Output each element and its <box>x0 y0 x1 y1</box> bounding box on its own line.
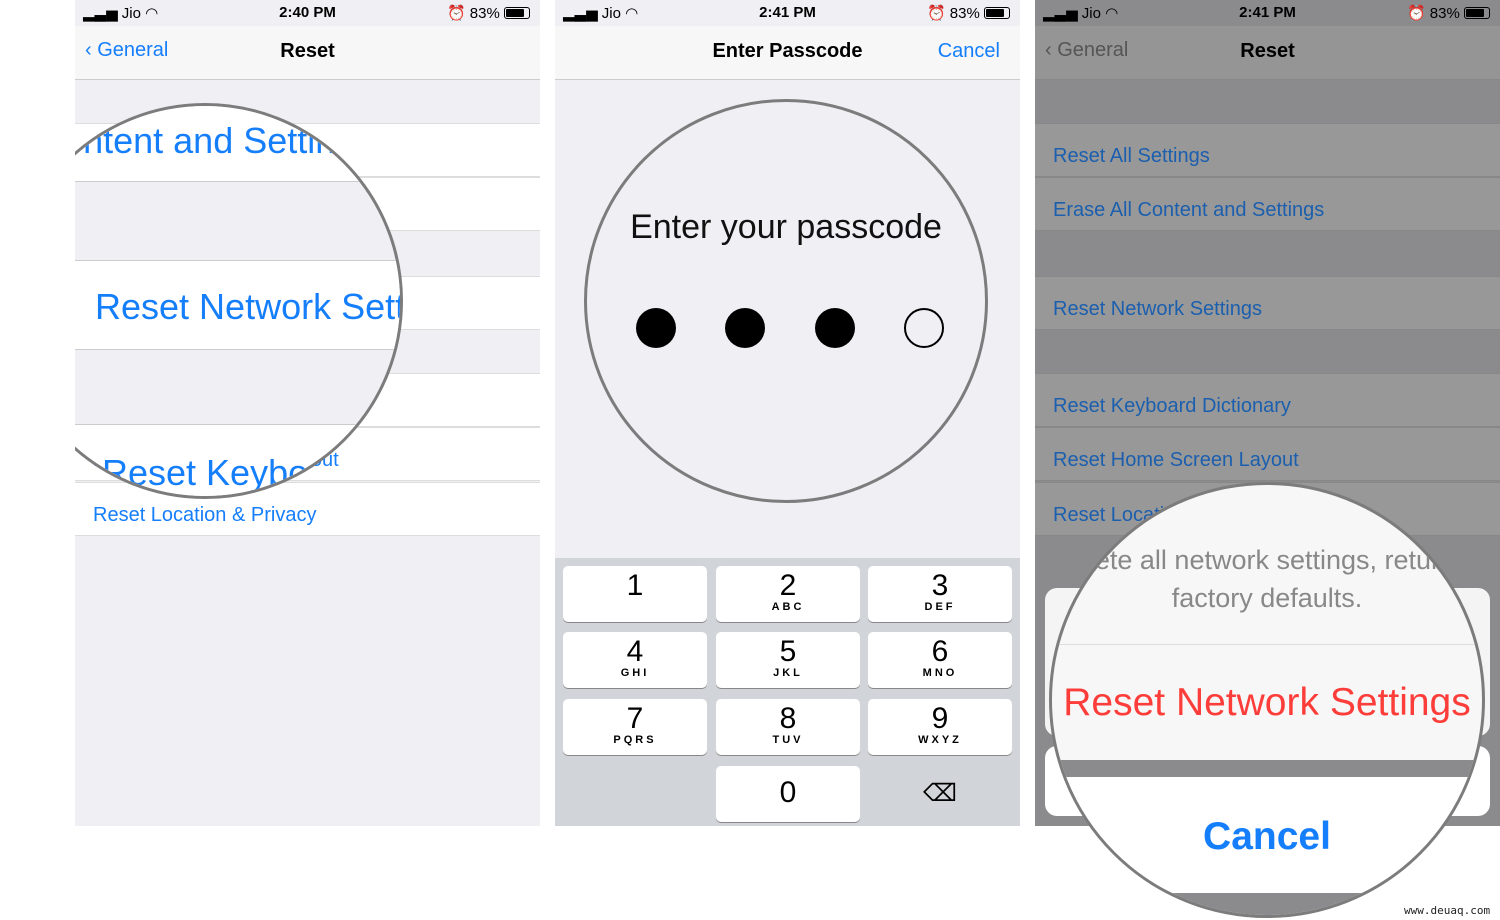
key-9[interactable]: 9 WXYZ <box>868 699 1012 755</box>
key-digit: 8 <box>779 702 797 735</box>
passcode-dot <box>904 308 944 348</box>
row-network[interactable]: Reset Network Settings <box>1035 276 1500 330</box>
reset-network-button[interactable]: Reset Network Settings <box>1052 681 1482 725</box>
key-1[interactable]: 1 <box>563 566 707 622</box>
key-letters: WXYZ <box>918 734 962 746</box>
delete-icon[interactable]: ⌫ <box>868 766 1012 822</box>
magnifier: Enter your passcode <box>584 99 988 503</box>
row-reset-all[interactable]: Reset All Settings <box>1035 123 1500 177</box>
cancel-button[interactable]: Cancel <box>938 40 1000 63</box>
key-2[interactable]: 2 ABC <box>716 566 860 622</box>
status-bar: ▂▃▅ Jio ◠ 2:40 PM ⏰ 83% <box>75 0 540 26</box>
key-digit: 0 <box>779 776 797 809</box>
key-letters: GHI <box>620 667 650 679</box>
battery-icon <box>504 7 530 19</box>
key-digit: 3 <box>931 569 949 602</box>
phone-passcode-screen: ▂▃▅ Jio ◠ 2:41 PM ⏰ 83% Enter Passcode C… <box>555 0 1020 826</box>
key-letters: ABC <box>771 601 805 613</box>
key-5[interactable]: 5 JKL <box>716 632 860 688</box>
key-digit: 6 <box>931 635 949 668</box>
passcode-dot <box>815 308 855 348</box>
key-letters: MNO <box>922 667 958 679</box>
page-title: Reset <box>1240 40 1295 62</box>
magnified-keyboard-label: Reset Keyboard Dictionary <box>102 452 403 493</box>
nav-bar: ‹ General Reset <box>1035 26 1500 80</box>
passcode-prompt: Enter your passcode <box>630 208 942 246</box>
row-keyboard[interactable]: Reset Keyboard Dictionary <box>1035 373 1500 427</box>
battery-percent: 83% <box>469 5 500 22</box>
magnified-erase-label: Erase All Content and Settings <box>75 120 374 161</box>
phone-reset-screen: ▂▃▅ Jio ◠ 2:40 PM ⏰ 83% ‹ General Reset … <box>75 0 540 826</box>
status-bar: ▂▃▅ Jio ◠ 2:41 PM ⏰ 83% <box>1035 0 1500 26</box>
key-4[interactable]: 4 GHI <box>563 632 707 688</box>
key-8[interactable]: 8 TUV <box>716 699 860 755</box>
magnifier: Erase All Content and Settings Reset Net… <box>75 103 403 499</box>
passcode-dot <box>725 308 765 348</box>
battery-icon <box>984 7 1010 19</box>
key-digit: 2 <box>779 569 797 602</box>
battery-icon <box>1464 7 1490 19</box>
battery-percent: 83% <box>1429 5 1460 22</box>
keypad: 1 2 ABC 3 DEF 4 GHI 5 JKL 6 MNO 7 PQRS 8 TUV 9 WXYZ 0 ⌫ <box>555 558 1020 826</box>
key-digit: 5 <box>779 635 797 668</box>
key-digit: 7 <box>626 702 644 735</box>
magnifier: This will delete all network settings, r… <box>1049 482 1485 918</box>
battery-percent: 83% <box>949 5 980 22</box>
key-letters: DEF <box>924 601 956 613</box>
key-3[interactable]: 3 DEF <box>868 566 1012 622</box>
row-erase[interactable]: Erase All Content and Settings <box>1035 177 1500 231</box>
sheet-message-2: factory defaults. <box>1171 583 1363 613</box>
key-7[interactable]: 7 PQRS <box>563 699 707 755</box>
key-digit: 9 <box>931 702 949 735</box>
row-home[interactable]: Reset Home Screen Layout <box>1035 427 1500 481</box>
key-6[interactable]: 6 MNO <box>868 632 1012 688</box>
passcode-dot <box>636 308 676 348</box>
sheet-cancel-button[interactable]: Cancel <box>1052 815 1482 859</box>
alarm-icon: ⏰ <box>1406 5 1426 22</box>
alarm-icon: ⏰ <box>446 5 466 22</box>
sheet-message: This will delete all network settings, r… <box>1052 545 1485 575</box>
nav-bar: ‹ General Reset <box>75 26 540 80</box>
key-letters: PQRS <box>613 734 657 746</box>
nav-bar: Enter Passcode Cancel <box>555 26 1020 80</box>
key-letters: TUV <box>772 734 804 746</box>
magnified-network-label: Reset Network Settings <box>95 286 403 327</box>
key-digit: 4 <box>626 635 644 668</box>
status-bar: ▂▃▅ Jio ◠ 2:41 PM ⏰ 83% <box>555 0 1020 26</box>
alarm-icon: ⏰ <box>926 5 946 22</box>
page-title: Reset <box>280 40 335 62</box>
key-digit: 1 <box>626 569 644 602</box>
key-letters: JKL <box>773 667 803 679</box>
watermark: www.deuaq.com <box>1404 904 1491 917</box>
key-0[interactable]: 0 <box>716 766 860 822</box>
